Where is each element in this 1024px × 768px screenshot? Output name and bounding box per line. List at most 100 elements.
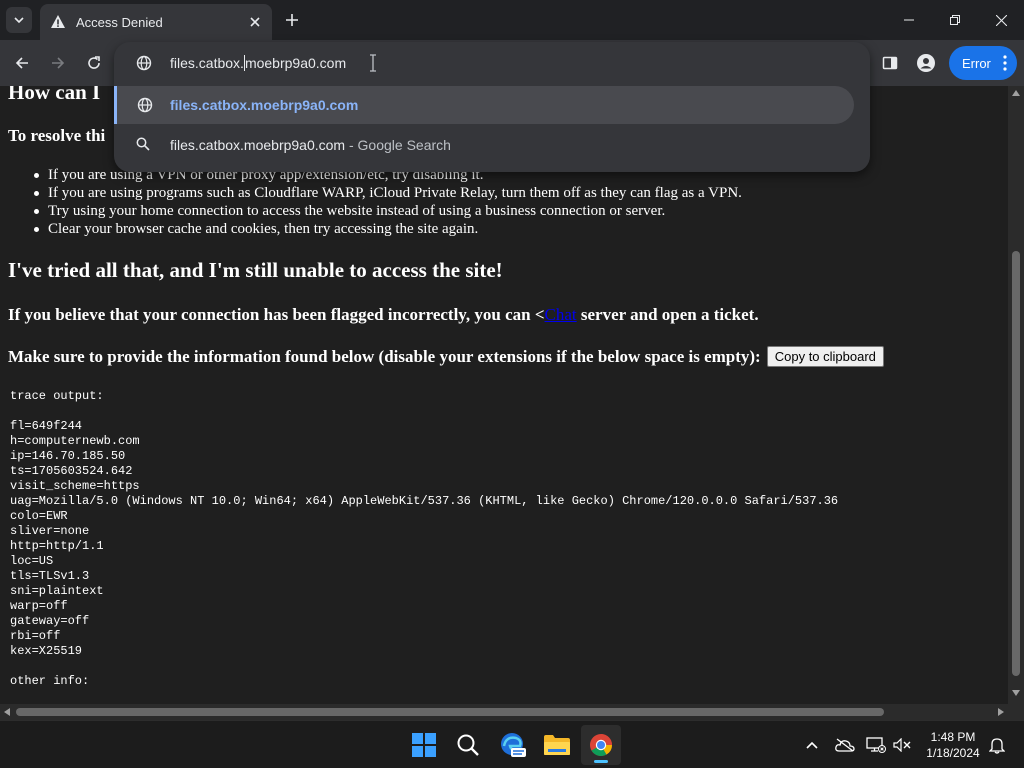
trace-line: sliver=none <box>10 524 90 538</box>
suggestion-url[interactable]: files.catbox.moebrp9a0.com <box>114 86 854 124</box>
make-sure-text: Make sure to provide the information fou… <box>8 346 761 366</box>
trace-line: ip=146.70.185.50 <box>10 449 126 463</box>
trace-line: sni=plaintext <box>10 584 104 598</box>
address-text-start: files.catbox. <box>170 55 244 71</box>
forward-button[interactable] <box>46 51 70 75</box>
tab-close-icon[interactable] <box>246 13 264 31</box>
tray-overflow-button[interactable] <box>802 735 822 755</box>
trace-line: h=computernewb.com <box>10 434 140 448</box>
trace-line: uag=Mozilla/5.0 (Windows NT 10.0; Win64;… <box>10 494 839 508</box>
trace-line: colo=EWR <box>10 509 68 523</box>
trace-output: trace output: fl=649f244 h=computernewb.co… <box>10 389 838 689</box>
chrome-button[interactable] <box>581 725 621 765</box>
minimize-button[interactable] <box>886 0 932 40</box>
chevron-down-icon <box>14 17 24 24</box>
suggestion-search-text: files.catbox.moebrp9a0.com - Google Sear… <box>170 137 451 153</box>
search-icon <box>457 734 479 756</box>
address-bar[interactable]: files.catbox.moebrp9a0.com <box>114 42 870 84</box>
trace-line: warp=off <box>10 599 68 613</box>
trace-line: gateway=off <box>10 614 90 628</box>
error-label: Error <box>962 55 991 71</box>
title-bar: Access Denied <box>0 0 1024 40</box>
file-explorer-button[interactable] <box>537 725 577 765</box>
trace-line: fl=649f244 <box>10 419 83 433</box>
scroll-right-arrow-icon[interactable] <box>998 708 1004 716</box>
trace-line: ts=1705603524.642 <box>10 464 133 478</box>
ibeam-cursor-icon <box>370 54 376 72</box>
trace-line: trace output: <box>10 389 104 403</box>
trace-line: tls=TLSv1.3 <box>10 569 90 583</box>
notifications-button[interactable] <box>987 735 1007 755</box>
search-icon <box>136 137 152 153</box>
resolve-text: To resolve thi <box>8 126 106 145</box>
arrow-left-icon <box>15 57 28 69</box>
horizontal-scroll-thumb[interactable] <box>16 708 884 716</box>
heading-still-unable: I've tried all that, and I'm still unabl… <box>8 258 503 282</box>
tab-access-denied[interactable]: Access Denied <box>40 4 272 40</box>
taskbar-clock[interactable]: 1:48 PM 1/18/2024 <box>920 729 986 761</box>
windows-taskbar: 1:48 PM 1/18/2024 <box>0 720 1024 768</box>
volume-button[interactable] <box>892 735 912 755</box>
chat-link[interactable]: Chat <box>545 305 577 324</box>
bell-icon <box>989 738 1005 754</box>
list-item: Try using your home connection to access… <box>34 202 742 220</box>
restore-button[interactable] <box>932 0 978 40</box>
clock-date: 1/18/2024 <box>926 746 980 760</box>
page-content: How can I To resolve thi If you are usin… <box>0 86 1008 704</box>
chrome-icon <box>590 734 612 756</box>
make-sure-row: Make sure to provide the information fou… <box>8 346 884 367</box>
menu-dots-icon[interactable] <box>1003 55 1007 71</box>
heading-how-can-i: How can I <box>8 86 101 104</box>
close-window-button[interactable] <box>978 0 1024 40</box>
network-icon <box>866 737 886 753</box>
warning-favicon-icon <box>50 14 66 30</box>
restore-icon <box>950 15 960 25</box>
believe-prefix: If you believe that your connection has … <box>8 305 545 324</box>
list-item: If you are using programs such as Cloudf… <box>34 185 742 201</box>
profile-error-button[interactable]: Error <box>949 46 1017 80</box>
scroll-left-arrow-icon[interactable] <box>4 708 10 716</box>
horizontal-scrollbar[interactable] <box>0 704 1008 720</box>
scrollbar-corner <box>1008 704 1024 720</box>
scroll-down-arrow-icon[interactable] <box>1012 690 1020 696</box>
believe-suffix: server and open a ticket. <box>576 305 759 324</box>
address-input[interactable]: files.catbox.moebrp9a0.com <box>170 55 346 71</box>
globe-icon <box>136 55 152 71</box>
copy-to-clipboard-button[interactable]: Copy to clipboard <box>766 346 884 367</box>
list-item: Clear your browser cache and cookies, th… <box>34 220 742 238</box>
new-tab-button[interactable] <box>282 10 302 30</box>
trace-line <box>10 659 838 674</box>
scroll-up-arrow-icon[interactable] <box>1012 90 1020 96</box>
trace-line: http=http/1.1 <box>10 539 104 553</box>
trace-line: rbi=off <box>10 629 61 643</box>
edge-beta-button[interactable] <box>493 725 533 765</box>
suggestion-search-query: files.catbox.moebrp9a0.com <box>170 137 346 153</box>
volume-muted-icon <box>893 738 911 752</box>
globe-icon <box>137 97 153 113</box>
active-app-indicator <box>594 760 608 763</box>
reload-icon <box>88 56 100 69</box>
onedrive-offline-icon <box>835 738 855 752</box>
back-button[interactable] <box>10 51 34 75</box>
vertical-scroll-thumb[interactable] <box>1012 251 1020 676</box>
profile-button[interactable] <box>914 51 938 75</box>
reload-button[interactable] <box>82 51 106 75</box>
side-panel-button[interactable] <box>878 51 902 75</box>
tab-search-button[interactable] <box>6 7 32 33</box>
arrow-right-icon <box>52 57 65 69</box>
file-explorer-icon <box>544 735 570 755</box>
suggestion-search[interactable]: files.catbox.moebrp9a0.com - Google Sear… <box>114 126 854 164</box>
address-text-end: moebrp9a0.com <box>244 55 347 71</box>
onedrive-button[interactable] <box>835 735 855 755</box>
trace-line: loc=US <box>10 554 54 568</box>
profile-avatar-icon <box>917 54 935 72</box>
chevron-up-icon <box>806 741 818 749</box>
vertical-scrollbar[interactable] <box>1008 86 1024 704</box>
flagged-incorrectly-text: If you believe that your connection has … <box>8 305 759 325</box>
start-button[interactable] <box>404 725 444 765</box>
trace-line: kex=X25519 <box>10 644 83 658</box>
network-button[interactable] <box>866 735 886 755</box>
trace-line: visit_scheme=https <box>10 479 140 493</box>
suggestion-url-text: files.catbox.moebrp9a0.com <box>170 97 359 113</box>
taskbar-search-button[interactable] <box>448 725 488 765</box>
